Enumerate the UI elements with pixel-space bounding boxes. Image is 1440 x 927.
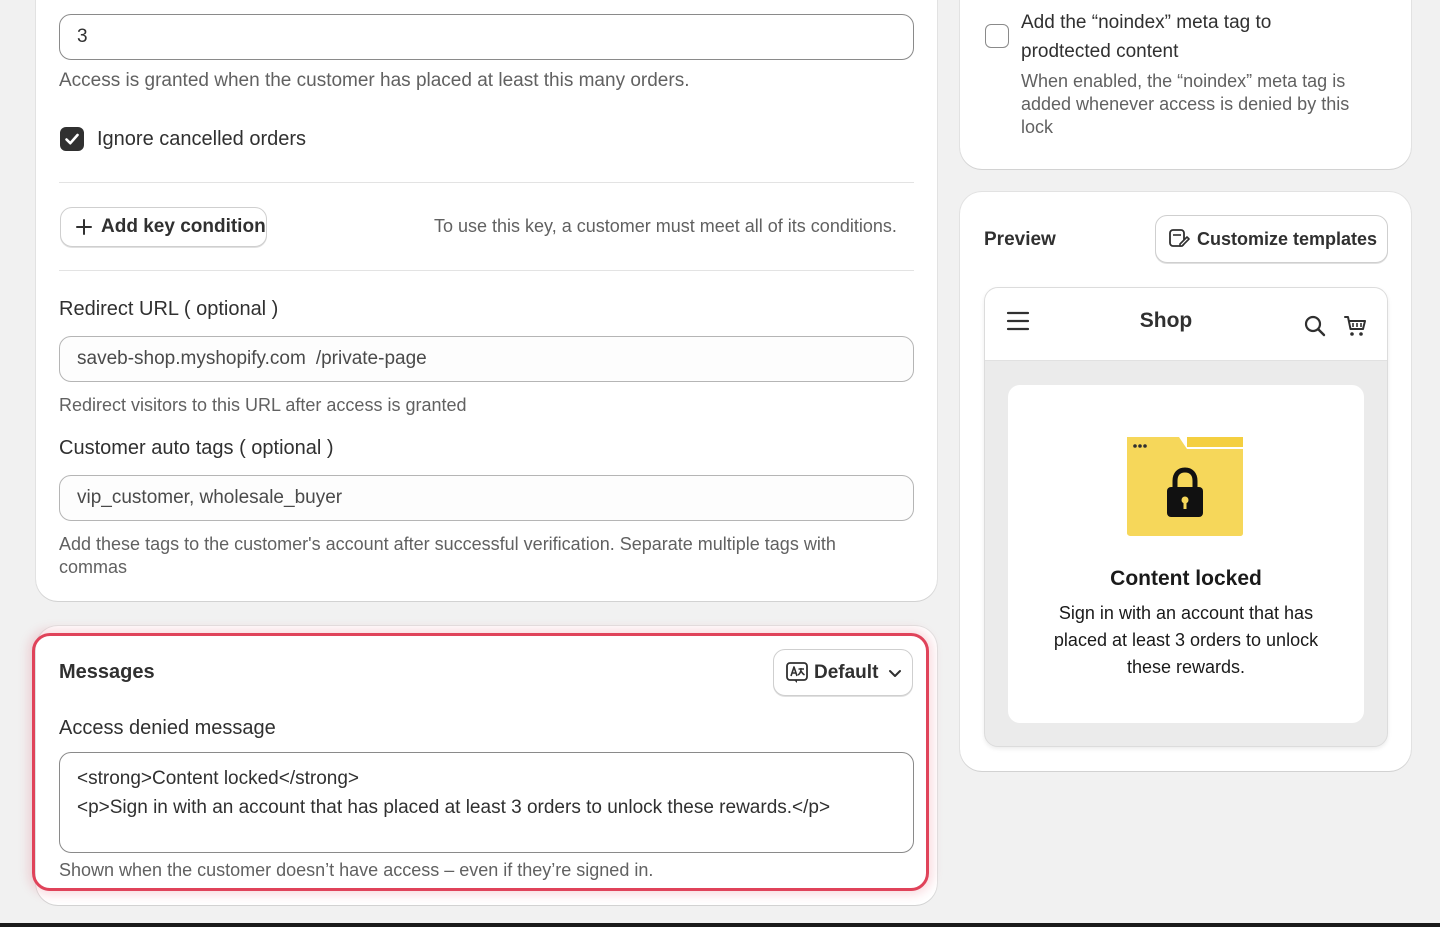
- lock-folder-icon: [1127, 437, 1243, 536]
- access-denied-line1: <strong>Content locked</strong>: [77, 768, 360, 789]
- preview-title: Preview: [984, 229, 1056, 250]
- translate-icon: [786, 661, 808, 683]
- order-threshold-input[interactable]: 3: [59, 14, 914, 60]
- checkmark-icon: [65, 133, 79, 145]
- storefront-preview: Shop Content locked Sign in with an acco…: [984, 287, 1388, 747]
- customize-templates-button[interactable]: Customize templates: [1155, 215, 1388, 263]
- key-condition-note: To use this key, a customer must meet al…: [434, 216, 897, 236]
- ignore-cancelled-label: Ignore cancelled orders: [97, 128, 307, 150]
- redirect-url-help: Redirect visitors to this URL after acce…: [59, 395, 467, 415]
- order-threshold-help: Access is granted when the customer has …: [59, 70, 690, 91]
- noindex-title: Add the “noindex” meta tag to prodtected…: [1021, 8, 1271, 66]
- messages-title: Messages: [59, 661, 155, 683]
- customize-templates-label: Customize templates: [1197, 228, 1378, 249]
- auto-tags-value: vip_customer, wholesale_buyer: [77, 487, 343, 508]
- shop-name: Shop: [1139, 309, 1193, 332]
- redirect-url-label: Redirect URL ( optional ): [59, 298, 279, 320]
- access-denied-label: Access denied message: [59, 717, 276, 739]
- add-key-condition-label: Add key condition: [101, 216, 266, 237]
- noindex-help-line2: added whenever access is denied by this: [1021, 94, 1350, 114]
- add-key-condition-button[interactable]: Add key condition: [60, 207, 267, 247]
- auto-tags-label: Customer auto tags ( optional ): [59, 437, 334, 459]
- storefront-header: Shop: [985, 288, 1387, 361]
- redirect-url-path: /private-page: [315, 348, 427, 369]
- window-bottom-edge: [0, 923, 1440, 927]
- locked-body-line2: placed at least 3 orders to unlock: [1053, 630, 1319, 650]
- access-denied-textarea[interactable]: <strong>Content locked</strong> <p>Sign …: [59, 752, 914, 853]
- ignore-cancelled-checkbox[interactable]: [60, 127, 84, 151]
- noindex-help-line1: When enabled, the “noindex” meta tag is: [1021, 71, 1346, 91]
- edit-template-icon: [1169, 229, 1190, 247]
- language-select-button[interactable]: Default: [773, 649, 913, 696]
- noindex-help-line3: lock: [1021, 117, 1054, 137]
- search-icon[interactable]: [1303, 314, 1327, 338]
- access-denied-help: Shown when the customer doesn’t have acc…: [59, 860, 654, 880]
- noindex-title-line1: Add the “noindex” meta tag to: [1021, 12, 1272, 33]
- locked-body-line1: Sign in with an account that has: [1058, 603, 1314, 623]
- auto-tags-help-line2: commas: [59, 557, 128, 577]
- redirect-url-input[interactable]: saveb-shop.myshopify.com /private-page: [59, 336, 914, 382]
- locked-body-line3: these rewards.: [1126, 657, 1246, 677]
- noindex-help: When enabled, the “noindex” meta tag is …: [1021, 70, 1349, 139]
- auto-tags-help: Add these tags to the customer's account…: [59, 533, 836, 579]
- noindex-title-line2: prodtected content: [1021, 41, 1179, 62]
- cart-icon[interactable]: [1344, 314, 1368, 338]
- locked-content-panel: Content locked Sign in with an account t…: [1008, 385, 1364, 723]
- chevron-down-icon: [889, 669, 902, 677]
- plus-icon: [76, 219, 92, 235]
- access-denied-line2: <p>Sign in with an account that has plac…: [77, 797, 831, 818]
- locked-title: Content locked: [1110, 567, 1262, 590]
- order-threshold-value: 3: [77, 26, 88, 47]
- noindex-checkbox[interactable]: [985, 24, 1009, 48]
- auto-tags-help-line1: Add these tags to the customer's account…: [59, 534, 836, 554]
- divider: [59, 270, 914, 271]
- language-select-label: Default: [814, 661, 879, 683]
- redirect-url-prefix: saveb-shop.myshopify.com: [77, 348, 306, 369]
- auto-tags-input[interactable]: vip_customer, wholesale_buyer: [59, 475, 914, 521]
- locked-body: Sign in with an account that has placed …: [1008, 600, 1364, 681]
- divider: [59, 182, 914, 183]
